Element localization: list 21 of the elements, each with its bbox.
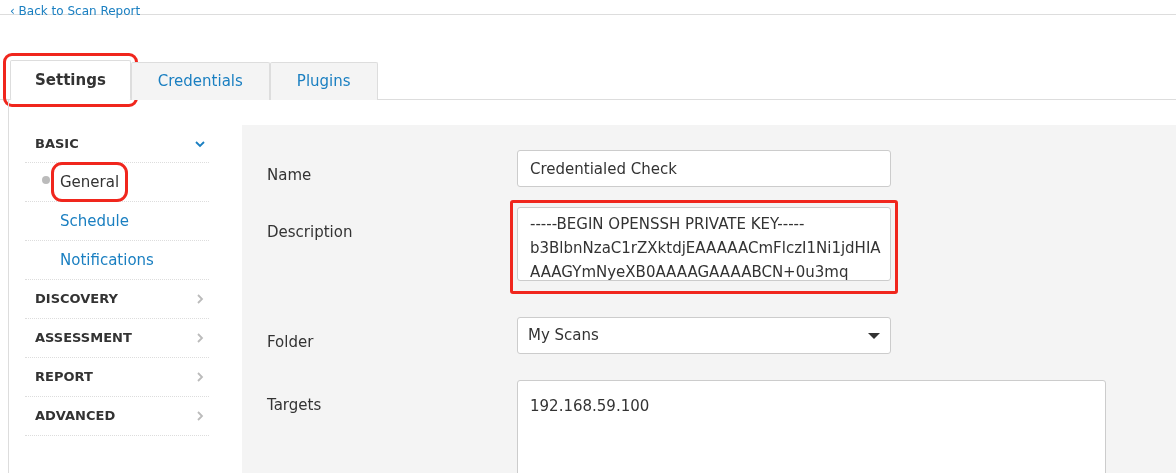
sidebar-section[interactable]: BASIC [25, 125, 209, 163]
targets-field[interactable]: 192.168.59.100 [517, 380, 1106, 473]
sidebar-section[interactable]: REPORT [25, 358, 209, 397]
back-link[interactable]: ‹ Back to Scan Report [10, 4, 141, 18]
tab[interactable]: Credentials [130, 62, 270, 100]
field-label: Targets [267, 395, 323, 416]
sidebar-section[interactable]: ASSESSMENT [25, 319, 209, 358]
field-label: Name [267, 165, 313, 186]
sidebar-section[interactable]: DISCOVERY [25, 280, 209, 319]
sidebar-item[interactable]: Schedule [25, 202, 209, 241]
sidebar-section[interactable]: ADVANCED [25, 397, 209, 436]
bullet-icon [42, 176, 50, 184]
sidebar-item[interactable]: General [25, 163, 209, 202]
tab[interactable]: Plugins [269, 62, 378, 100]
sidebar-item[interactable]: Notifications [25, 241, 209, 280]
field-label: Description [267, 222, 354, 243]
name-field[interactable]: Credentialed Check [517, 150, 891, 187]
folder-dropdown[interactable]: My Scans [517, 317, 891, 354]
description-field[interactable]: -----BEGIN OPENSSH PRIVATE KEY----- b3BlbnNzaC1rZXktdjEAAAAACmFlczI1Ni1jdHIA AAAGYmNyeXB0AAAAGAAAABCN+0u3mq [517, 207, 891, 281]
field-label: Folder [267, 332, 315, 353]
caret-icon [868, 331, 880, 340]
